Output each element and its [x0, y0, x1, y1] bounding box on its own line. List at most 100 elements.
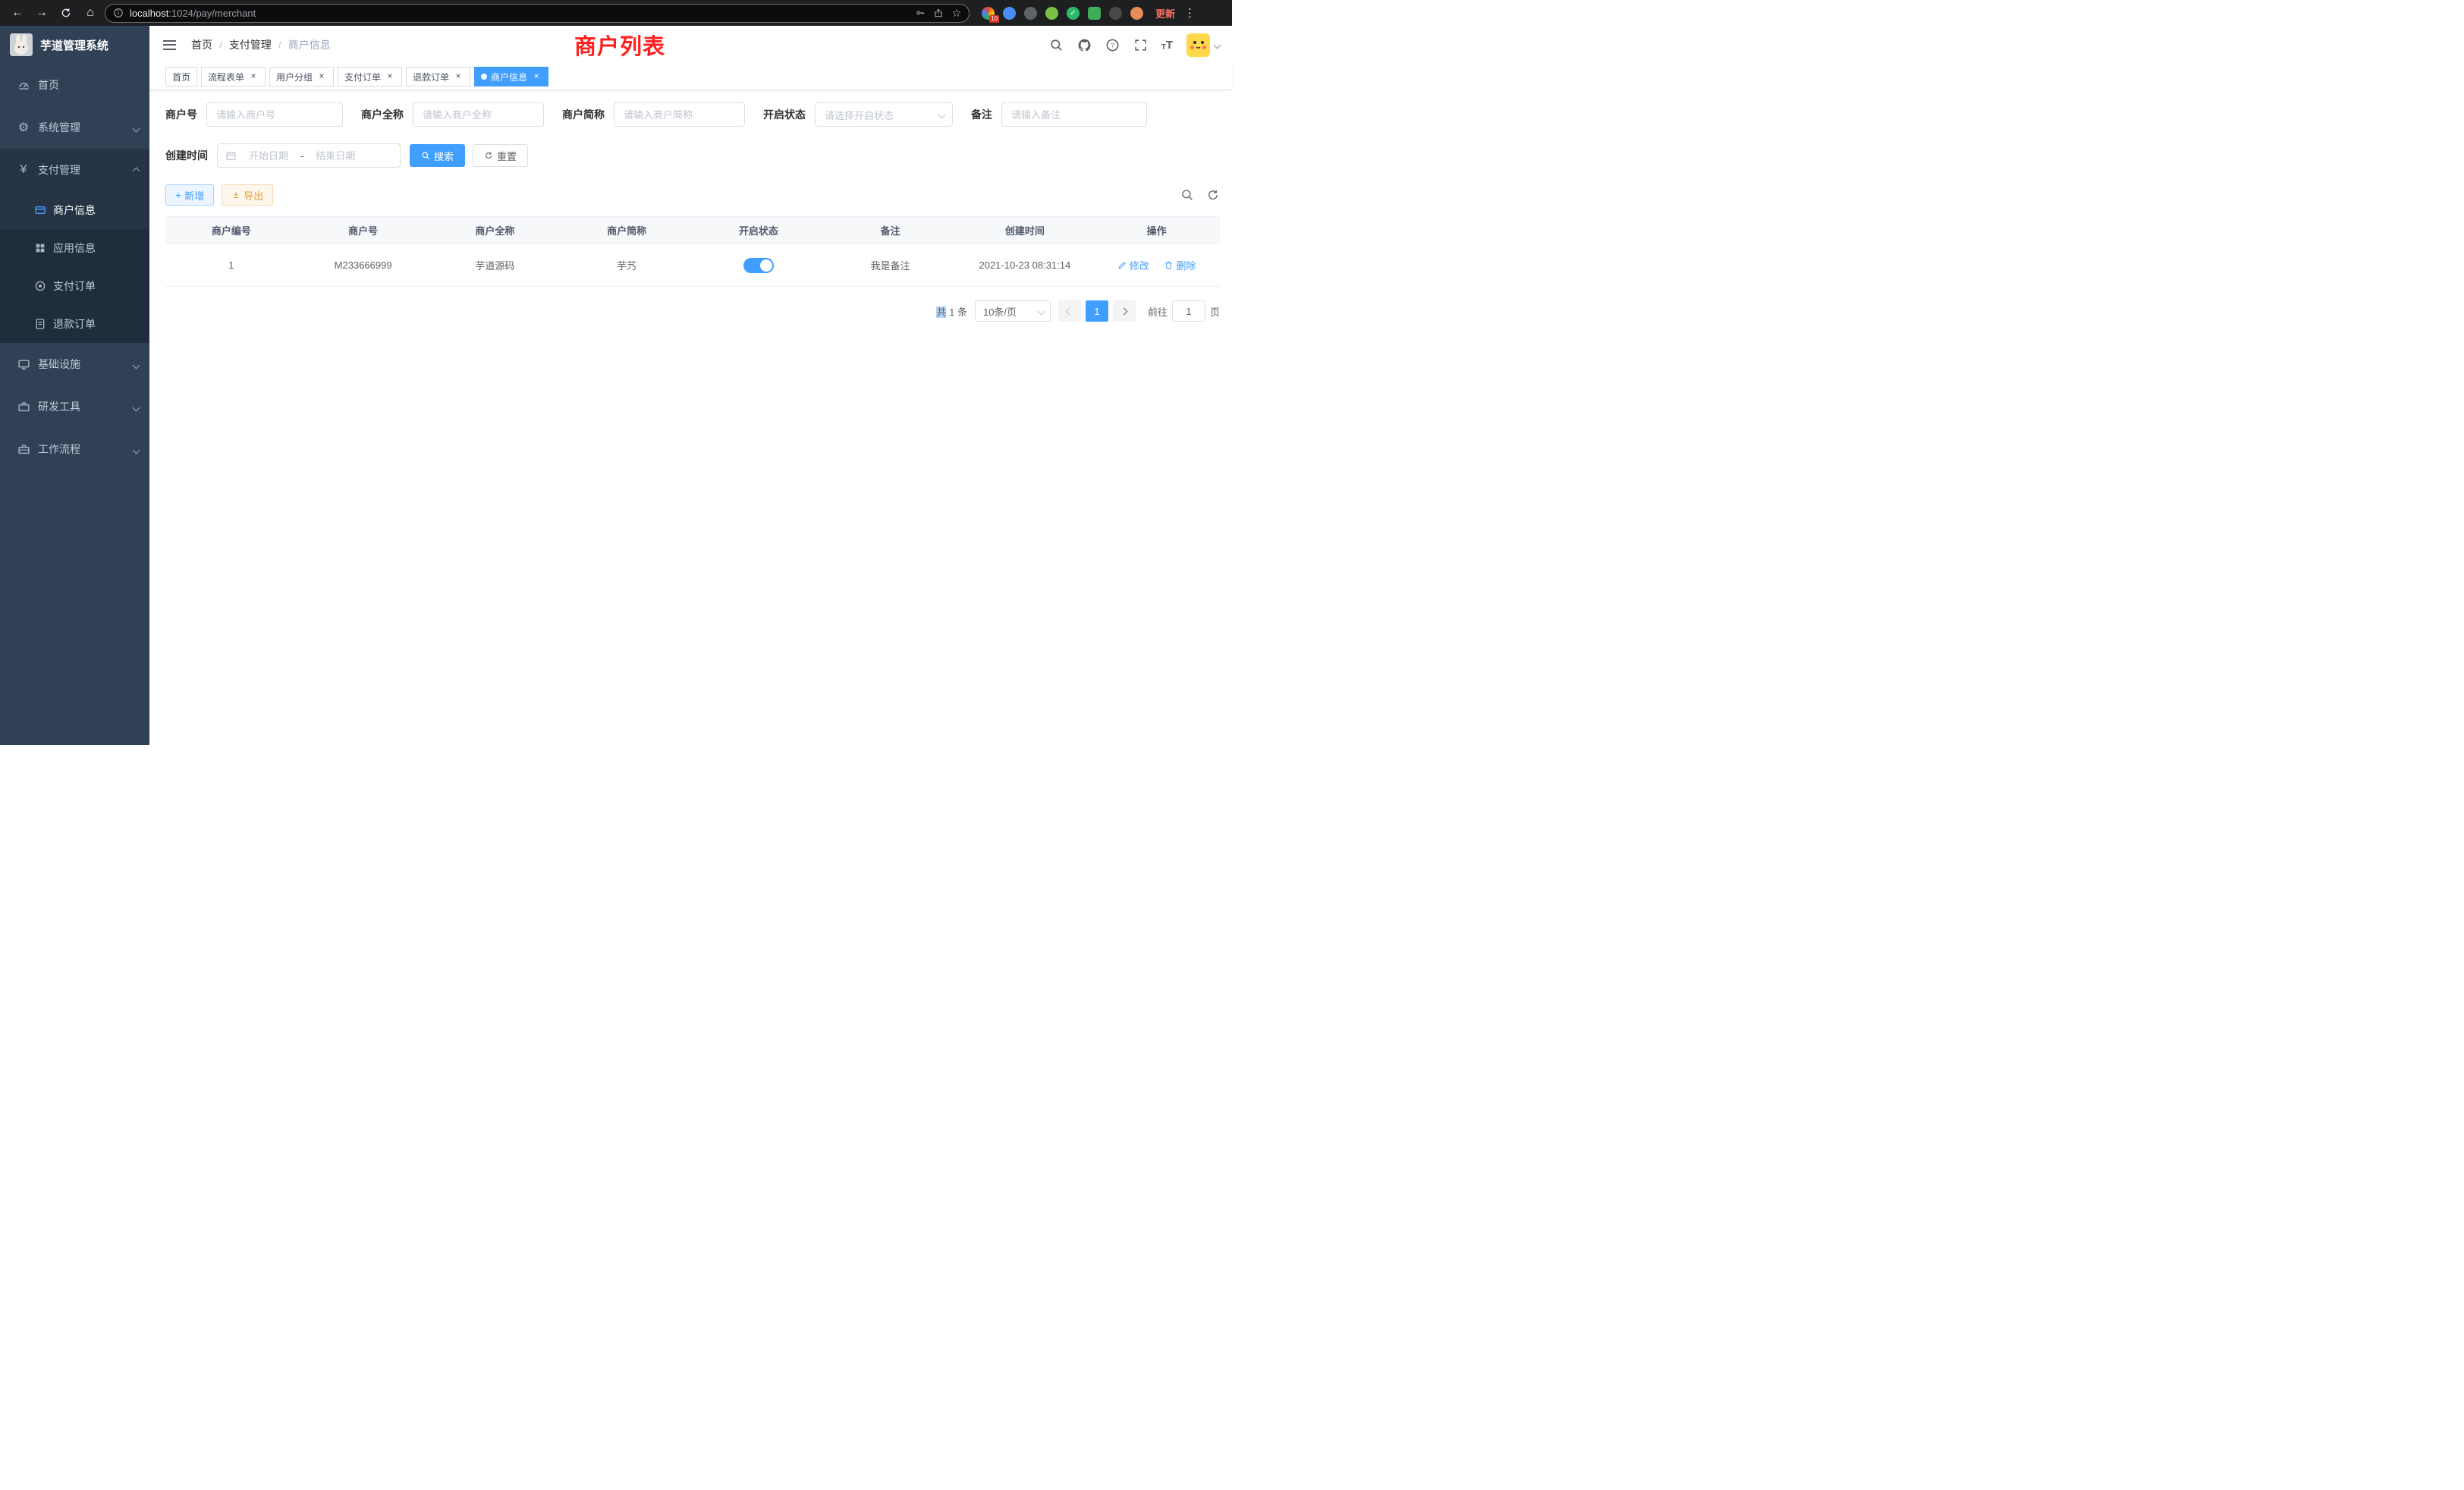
font-size-icon[interactable]: TT — [1161, 39, 1173, 52]
add-button[interactable]: + 新增 — [165, 184, 214, 206]
sidebar-item-refund-order[interactable]: 退款订单 — [0, 305, 149, 343]
bookmark-star-icon[interactable]: ☆ — [951, 7, 961, 20]
share-icon[interactable] — [933, 8, 944, 18]
user-menu[interactable] — [1186, 33, 1220, 57]
browser-profile-avatar[interactable] — [1130, 7, 1143, 20]
remark-input[interactable] — [1001, 102, 1147, 127]
reset-button[interactable]: 重置 — [473, 144, 528, 167]
sidebar-item-home[interactable]: 首页 — [0, 64, 149, 106]
col-remark: 备注 — [825, 217, 957, 244]
goto-page-input[interactable] — [1172, 300, 1205, 322]
col-full-name: 商户全称 — [429, 217, 561, 244]
cell-merchant-id: 1 — [165, 244, 297, 287]
browser-back-button[interactable]: ← — [8, 3, 27, 23]
search-icon[interactable] — [1049, 38, 1064, 52]
close-icon[interactable]: × — [316, 71, 327, 82]
sidebar-item-workflow[interactable]: 工作流程 — [0, 428, 149, 470]
sidebar-item-label: 支付管理 — [38, 162, 80, 178]
grid-icon — [33, 242, 46, 255]
table-row: 1 M233666999 芋道源码 芋艿 我是备注 2021-10-23 08:… — [165, 244, 1220, 287]
sidebar-item-merchant-info[interactable]: 商户信息 — [0, 191, 149, 229]
tab-merchant-info[interactable]: 商户信息× — [474, 67, 548, 86]
browser-refresh-button[interactable] — [56, 3, 76, 23]
tab-pay-order[interactable]: 支付订单× — [338, 67, 402, 86]
status-toggle[interactable] — [743, 258, 774, 273]
page-size-select[interactable]: 10条/页 — [975, 300, 1051, 322]
end-date-input[interactable] — [308, 150, 363, 162]
sidebar-item-system[interactable]: ⚙ 系统管理 — [0, 106, 149, 149]
tab-process-form[interactable]: 流程表单× — [201, 67, 266, 86]
merchant-table: 商户编号 商户号 商户全称 商户简称 开启状态 备注 创建时间 操作 1 M23… — [165, 216, 1220, 287]
tab-refund-order[interactable]: 退款订单× — [406, 67, 470, 86]
extension-icon-blue[interactable] — [1003, 7, 1016, 20]
close-icon[interactable]: × — [531, 71, 542, 82]
browser-menu-icon[interactable]: ⋮ — [1184, 6, 1196, 20]
short-name-input[interactable] — [614, 102, 745, 127]
close-icon[interactable]: × — [453, 71, 464, 82]
sidebar-item-app-info[interactable]: 应用信息 — [0, 229, 149, 267]
extension-icon-dark[interactable] — [1109, 7, 1122, 20]
github-icon[interactable] — [1077, 38, 1092, 52]
remark-label: 备注 — [971, 107, 992, 122]
col-merchant-id: 商户编号 — [165, 217, 297, 244]
refresh-icon — [484, 151, 493, 160]
breadcrumb-home[interactable]: 首页 — [191, 37, 212, 52]
payment-submenu: 商户信息 应用信息 支付订单 退款订单 — [0, 191, 149, 343]
url-text[interactable]: localhost:1024/pay/merchant — [130, 8, 909, 19]
export-button[interactable]: 导出 — [222, 184, 273, 206]
active-dot — [481, 74, 487, 80]
help-icon[interactable]: ? — [1105, 38, 1120, 52]
sidebar-collapse-icon[interactable] — [162, 37, 178, 53]
url-bar[interactable]: localhost:1024/pay/merchant ☆ — [105, 4, 970, 23]
plus-icon: + — [175, 190, 181, 200]
sidebar-item-dev-tools[interactable]: 研发工具 — [0, 385, 149, 428]
filter-row-1: 商户号 商户全称 商户简称 开启状态 请选择开启状态 — [165, 102, 1220, 127]
tags-view-bar: 首页 流程表单× 用户分组× 支付订单× 退款订单× 商户信息× — [149, 64, 1232, 90]
toggle-search-icon[interactable] — [1180, 188, 1194, 202]
cell-merchant-no: M233666999 — [297, 244, 429, 287]
chevron-down-icon — [133, 125, 140, 133]
sidebar-item-infrastructure[interactable]: 基础设施 — [0, 343, 149, 385]
prev-page-button[interactable] — [1058, 300, 1081, 322]
calendar-icon — [225, 150, 237, 162]
full-name-input[interactable] — [413, 102, 544, 127]
refresh-table-icon[interactable] — [1206, 188, 1220, 202]
sidebar-item-payment[interactable]: ¥ 支付管理 — [0, 149, 149, 191]
status-select[interactable]: 请选择开启状态 — [815, 102, 953, 127]
edit-link[interactable]: 修改 — [1117, 258, 1149, 272]
app-logo[interactable]: 芋道管理系统 — [0, 26, 149, 64]
page-info-icon[interactable] — [113, 8, 124, 18]
extension-icon-green-check[interactable]: ✓ — [1067, 7, 1080, 20]
extensions-badge-icon[interactable]: 10 — [982, 7, 995, 20]
page-number-1[interactable]: 1 — [1086, 300, 1108, 322]
extension-icon-green-avatar[interactable] — [1045, 7, 1058, 20]
fullscreen-icon[interactable] — [1133, 38, 1148, 52]
sidebar-item-label: 商户信息 — [53, 203, 96, 218]
chevron-down-icon — [133, 404, 140, 412]
sidebar-item-label: 研发工具 — [38, 399, 80, 414]
tab-user-group[interactable]: 用户分组× — [269, 67, 334, 86]
tab-home[interactable]: 首页 — [165, 67, 197, 86]
browser-forward-button[interactable]: → — [32, 3, 52, 23]
dashboard-icon — [17, 78, 30, 92]
password-key-icon[interactable] — [915, 8, 926, 18]
chrome-update-button[interactable]: 更新 — [1155, 6, 1175, 20]
edit-pencil-icon — [1117, 260, 1127, 270]
start-date-input[interactable] — [241, 150, 296, 162]
sidebar-item-pay-order[interactable]: 支付订单 — [0, 267, 149, 305]
breadcrumb-payment[interactable]: 支付管理 — [229, 37, 272, 52]
search-button[interactable]: 搜索 — [410, 144, 465, 167]
next-page-button[interactable] — [1113, 300, 1136, 322]
create-time-label: 创建时间 — [165, 148, 208, 163]
col-actions: 操作 — [1093, 217, 1220, 244]
sidebar-item-label: 基础设施 — [38, 357, 80, 372]
close-icon[interactable]: × — [385, 71, 395, 82]
delete-link[interactable]: 删除 — [1164, 258, 1196, 272]
extension-icon-green-square[interactable] — [1088, 7, 1101, 20]
date-range-picker[interactable]: - — [217, 143, 401, 168]
browser-home-button[interactable]: ⌂ — [80, 3, 100, 23]
extension-icon-gray[interactable] — [1024, 7, 1037, 20]
close-icon[interactable]: × — [248, 71, 259, 82]
chevron-down-icon — [938, 111, 946, 118]
merchant-no-input[interactable] — [206, 102, 343, 127]
